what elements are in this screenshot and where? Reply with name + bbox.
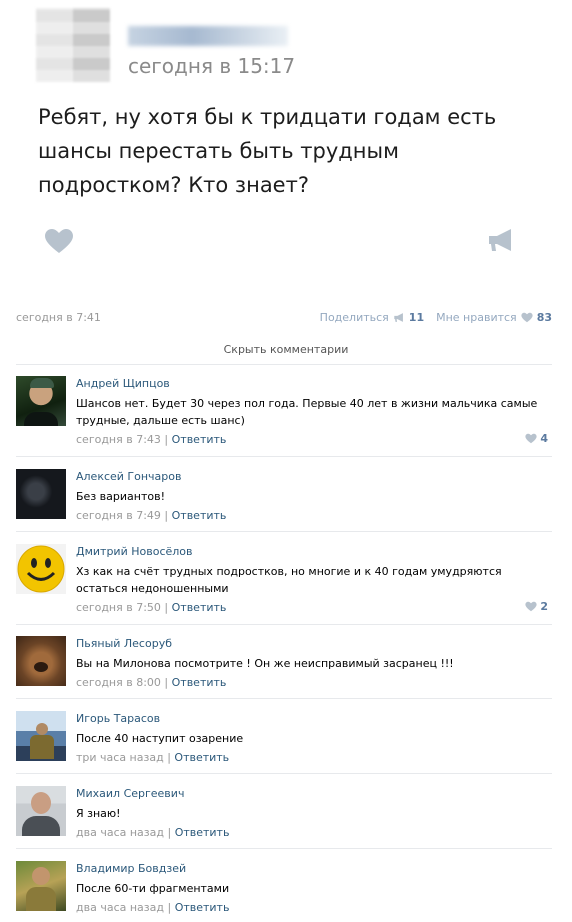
comment-author[interactable]: Дмитрий Новосёлов xyxy=(76,544,552,560)
comment-like-button[interactable]: 4 xyxy=(525,432,548,445)
reply-button[interactable]: Ответить xyxy=(174,751,229,764)
post-date[interactable]: сегодня в 7:41 xyxy=(16,311,101,324)
comment-time[interactable]: сегодня в 7:49 xyxy=(76,509,161,522)
avatar[interactable] xyxy=(16,636,66,686)
megaphone-icon xyxy=(394,313,403,322)
avatar[interactable] xyxy=(16,711,66,761)
like-button[interactable]: Мне нравится 83 xyxy=(436,311,552,324)
divider xyxy=(16,364,552,365)
comment-time[interactable]: два часа назад xyxy=(76,826,164,839)
divider xyxy=(16,773,552,774)
comment-text: Хз как на счёт трудных подростков, но мн… xyxy=(76,565,502,595)
comment-time[interactable]: сегодня в 7:50 xyxy=(76,601,161,614)
comment-author[interactable]: Игорь Тарасов xyxy=(76,711,552,727)
avatar[interactable] xyxy=(16,861,66,911)
comment-time[interactable]: сегодня в 7:43 xyxy=(76,433,161,446)
comment-time[interactable]: три часа назад xyxy=(76,751,164,764)
comment-text: После 40 наступит озарение xyxy=(76,732,244,745)
comment-like-button[interactable]: 2 xyxy=(525,600,548,613)
divider xyxy=(16,456,552,457)
comment-footer: два часа назад | Ответить xyxy=(76,826,230,839)
comment-author[interactable]: Андрей Щипцов xyxy=(76,376,552,392)
reply-button[interactable]: Ответить xyxy=(175,901,230,914)
author-name[interactable] xyxy=(128,26,288,46)
avatar[interactable] xyxy=(16,469,66,519)
hide-comments-link[interactable]: Скрыть комментарии xyxy=(0,343,572,356)
reply-button[interactable]: Ответить xyxy=(172,433,227,446)
post-meta: сегодня в 7:41 Поделиться 11 Мне нравитс… xyxy=(16,311,552,327)
heart-icon[interactable] xyxy=(44,228,74,254)
comment-author[interactable]: Владимир Бовдзей xyxy=(76,861,552,877)
comment-footer: два часа назад | Ответить xyxy=(76,901,230,914)
divider xyxy=(16,848,552,849)
comment-author[interactable]: Алексей Гончаров xyxy=(76,469,552,485)
divider xyxy=(16,698,552,699)
post-header: сегодня в 15:17 Ребят, ну хотя бы к трид… xyxy=(0,0,572,300)
comment-text: Шансов нет. Будет 30 через пол года. Пер… xyxy=(76,397,538,427)
avatar[interactable] xyxy=(16,544,66,594)
post-text: Ребят, ну хотя бы к тридцати годам есть … xyxy=(38,105,497,197)
comment-time[interactable]: два часа назад xyxy=(76,901,164,914)
like-label: Мне нравится xyxy=(436,311,517,324)
share-button[interactable]: Поделиться 11 xyxy=(320,311,424,324)
heart-icon xyxy=(525,433,537,444)
comment-like-count: 4 xyxy=(540,432,548,445)
smiley-icon xyxy=(17,545,65,593)
share-count: 11 xyxy=(408,311,425,324)
heart-icon xyxy=(525,601,537,612)
megaphone-icon[interactable] xyxy=(487,226,515,254)
like-count: 83 xyxy=(536,311,552,324)
post-time[interactable]: сегодня в 15:17 xyxy=(128,54,295,78)
reply-button[interactable]: Ответить xyxy=(172,676,227,689)
comment-text: Я знаю! xyxy=(76,807,121,820)
comment-footer: сегодня в 7:49 | Ответить xyxy=(76,509,227,522)
comment-footer: сегодня в 8:00 | Ответить xyxy=(76,676,227,689)
comment-author[interactable]: Пьяный Лесоруб xyxy=(76,636,552,652)
divider xyxy=(16,531,552,532)
comment-text: Вы на Милонова посмотрите ! Он же неиспр… xyxy=(76,657,454,670)
reply-button[interactable]: Ответить xyxy=(175,826,230,839)
comment-footer: сегодня в 7:50 | Ответить xyxy=(76,601,227,614)
comment-footer: три часа назад | Ответить xyxy=(76,751,230,764)
comment-text: После 60-ти фрагментами xyxy=(76,882,230,895)
comment-like-count: 2 xyxy=(540,600,548,613)
heart-icon xyxy=(521,312,533,323)
reply-button[interactable]: Ответить xyxy=(172,509,227,522)
author-avatar[interactable] xyxy=(36,8,110,82)
avatar[interactable] xyxy=(16,786,66,836)
comment-text: Без вариантов! xyxy=(76,490,165,503)
comment-author[interactable]: Михаил Сергеевич xyxy=(76,786,552,802)
share-label: Поделиться xyxy=(319,311,389,324)
divider xyxy=(16,624,552,625)
avatar[interactable] xyxy=(16,376,66,426)
reply-button[interactable]: Ответить xyxy=(172,601,227,614)
comment-footer: сегодня в 7:43 | Ответить xyxy=(76,433,227,446)
comment-time[interactable]: сегодня в 8:00 xyxy=(76,676,161,689)
